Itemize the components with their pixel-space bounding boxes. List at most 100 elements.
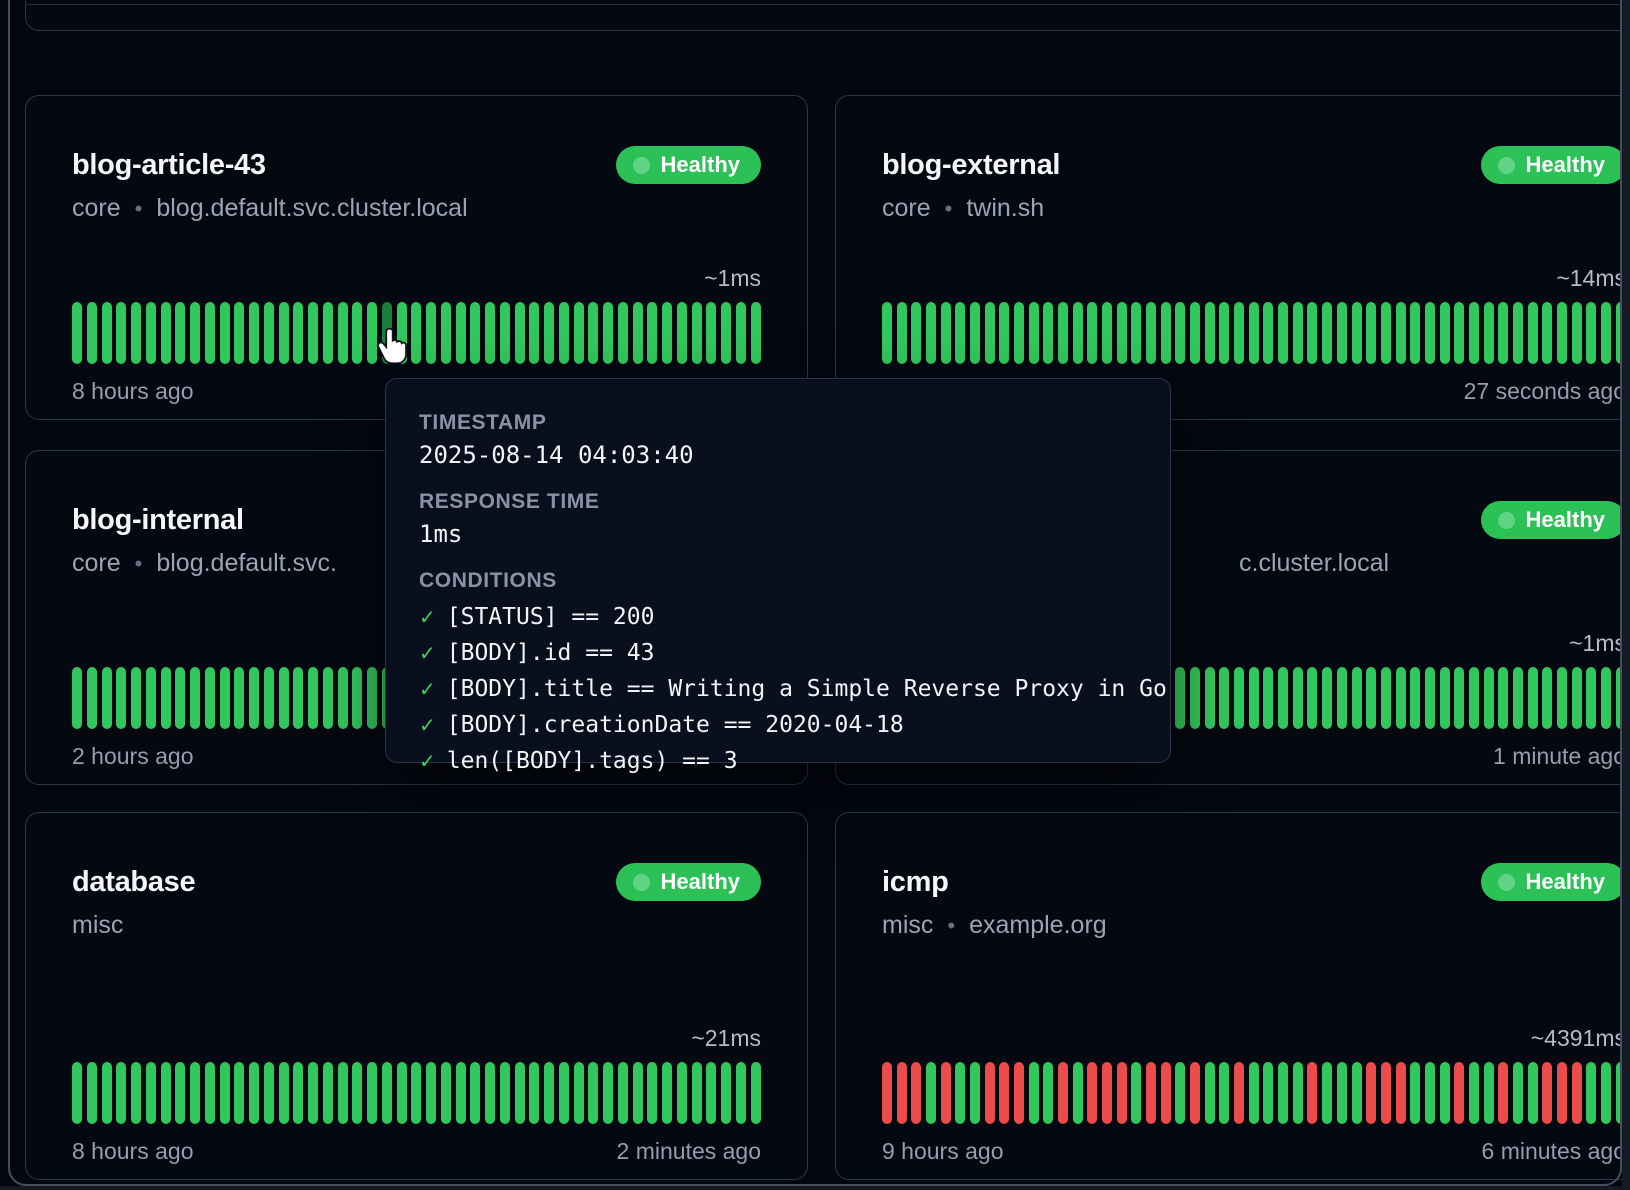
uptime-bar[interactable] [1425, 1062, 1435, 1124]
uptime-bar[interactable] [603, 1062, 613, 1124]
uptime-bar[interactable] [515, 1062, 525, 1124]
uptime-bar[interactable] [662, 1062, 672, 1124]
uptime-bar[interactable] [1029, 1062, 1039, 1124]
uptime-bar[interactable] [131, 302, 141, 364]
uptime-bar[interactable] [190, 1062, 200, 1124]
uptime-bar[interactable] [397, 1062, 407, 1124]
uptime-bar[interactable] [1293, 667, 1303, 729]
uptime-bar[interactable] [1469, 1062, 1479, 1124]
uptime-bar[interactable] [1029, 302, 1039, 364]
uptime-bar[interactable] [220, 1062, 230, 1124]
uptime-bar[interactable] [116, 302, 126, 364]
uptime-bar[interactable] [1381, 1062, 1391, 1124]
uptime-bar[interactable] [1528, 302, 1538, 364]
uptime-bar[interactable] [1175, 302, 1185, 364]
uptime-bar[interactable] [1205, 1062, 1215, 1124]
uptime-bar[interactable] [367, 1062, 377, 1124]
uptime-bar[interactable] [1542, 1062, 1552, 1124]
uptime-bar[interactable] [1175, 667, 1185, 729]
uptime-bar[interactable] [1352, 667, 1362, 729]
uptime-bar[interactable] [1131, 1062, 1141, 1124]
uptime-bar[interactable] [618, 302, 628, 364]
uptime-bar[interactable] [87, 1062, 97, 1124]
uptime-bar[interactable] [1263, 302, 1273, 364]
uptime-bar[interactable] [87, 667, 97, 729]
uptime-bar[interactable] [1410, 1062, 1420, 1124]
uptime-bar[interactable] [72, 1062, 82, 1124]
uptime-bar[interactable] [1219, 302, 1229, 364]
uptime-bar[interactable] [161, 1062, 171, 1124]
uptime-bar[interactable] [323, 1062, 333, 1124]
uptime-bar[interactable] [706, 302, 716, 364]
uptime-bar[interactable] [1234, 302, 1244, 364]
uptime-bar[interactable] [456, 302, 466, 364]
uptime-bar[interactable] [249, 1062, 259, 1124]
uptime-bar[interactable] [1014, 302, 1024, 364]
uptime-bar[interactable] [1043, 1062, 1053, 1124]
uptime-bar[interactable] [1484, 667, 1494, 729]
uptime-bar[interactable] [1307, 667, 1317, 729]
uptime-bar[interactable] [1278, 302, 1288, 364]
service-card[interactable]: blog-external Healthy core • twin.sh ~14… [835, 95, 1622, 420]
uptime-bar[interactable] [1234, 1062, 1244, 1124]
uptime-bar[interactable] [1249, 1062, 1259, 1124]
uptime-bar[interactable] [1190, 1062, 1200, 1124]
uptime-bar[interactable] [1366, 667, 1376, 729]
uptime-bar[interactable] [308, 302, 318, 364]
uptime-bar[interactable] [692, 302, 702, 364]
uptime-bar[interactable] [205, 302, 215, 364]
uptime-bar[interactable] [1498, 667, 1508, 729]
uptime-bar[interactable] [1352, 302, 1362, 364]
uptime-bar[interactable] [1190, 302, 1200, 364]
uptime-bar[interactable] [500, 302, 510, 364]
uptime-bar[interactable] [574, 302, 584, 364]
uptime-bar[interactable] [1440, 1062, 1450, 1124]
uptime-bar[interactable] [249, 667, 259, 729]
uptime-bar[interactable] [205, 1062, 215, 1124]
uptime-bar[interactable] [220, 667, 230, 729]
uptime-bar[interactable] [1381, 302, 1391, 364]
uptime-bar[interactable] [1484, 302, 1494, 364]
uptime-bar[interactable] [1043, 302, 1053, 364]
uptime-bar[interactable] [1322, 1062, 1332, 1124]
uptime-bar[interactable] [1293, 1062, 1303, 1124]
uptime-bar[interactable] [985, 302, 995, 364]
uptime-bar[interactable] [441, 1062, 451, 1124]
uptime-bar[interactable] [1557, 1062, 1567, 1124]
uptime-bar[interactable] [647, 1062, 657, 1124]
uptime-bar[interactable] [485, 302, 495, 364]
uptime-bar[interactable] [131, 1062, 141, 1124]
uptime-bar[interactable] [470, 302, 480, 364]
uptime-bar[interactable] [692, 1062, 702, 1124]
uptime-bar[interactable] [397, 302, 407, 364]
uptime-bar[interactable] [1498, 1062, 1508, 1124]
uptime-bar[interactable] [293, 667, 303, 729]
uptime-bar[interactable] [1498, 302, 1508, 364]
uptime-bar[interactable] [1469, 667, 1479, 729]
uptime-bar[interactable] [1102, 1062, 1112, 1124]
uptime-bar[interactable] [1484, 1062, 1494, 1124]
uptime-bar[interactable] [1219, 1062, 1229, 1124]
uptime-bar[interactable] [146, 1062, 156, 1124]
uptime-bar[interactable] [1454, 302, 1464, 364]
uptime-bar[interactable] [161, 667, 171, 729]
uptime-bar[interactable] [1586, 302, 1596, 364]
uptime-bar[interactable] [882, 302, 892, 364]
uptime-bar[interactable] [1234, 667, 1244, 729]
uptime-bar[interactable] [264, 302, 274, 364]
uptime-bar[interactable] [1425, 667, 1435, 729]
uptime-bar[interactable] [515, 302, 525, 364]
uptime-bar[interactable] [72, 667, 82, 729]
uptime-bar[interactable] [279, 1062, 289, 1124]
uptime-bar[interactable] [1616, 1062, 1622, 1124]
uptime-bar[interactable] [1190, 667, 1200, 729]
uptime-bar[interactable] [588, 1062, 598, 1124]
uptime-bar[interactable] [190, 302, 200, 364]
uptime-bar[interactable] [574, 1062, 584, 1124]
uptime-bar[interactable] [529, 1062, 539, 1124]
uptime-bar[interactable] [1601, 302, 1611, 364]
uptime-bar[interactable] [1014, 1062, 1024, 1124]
uptime-bar[interactable] [618, 1062, 628, 1124]
uptime-bar[interactable] [500, 1062, 510, 1124]
uptime-bar[interactable] [1366, 302, 1376, 364]
